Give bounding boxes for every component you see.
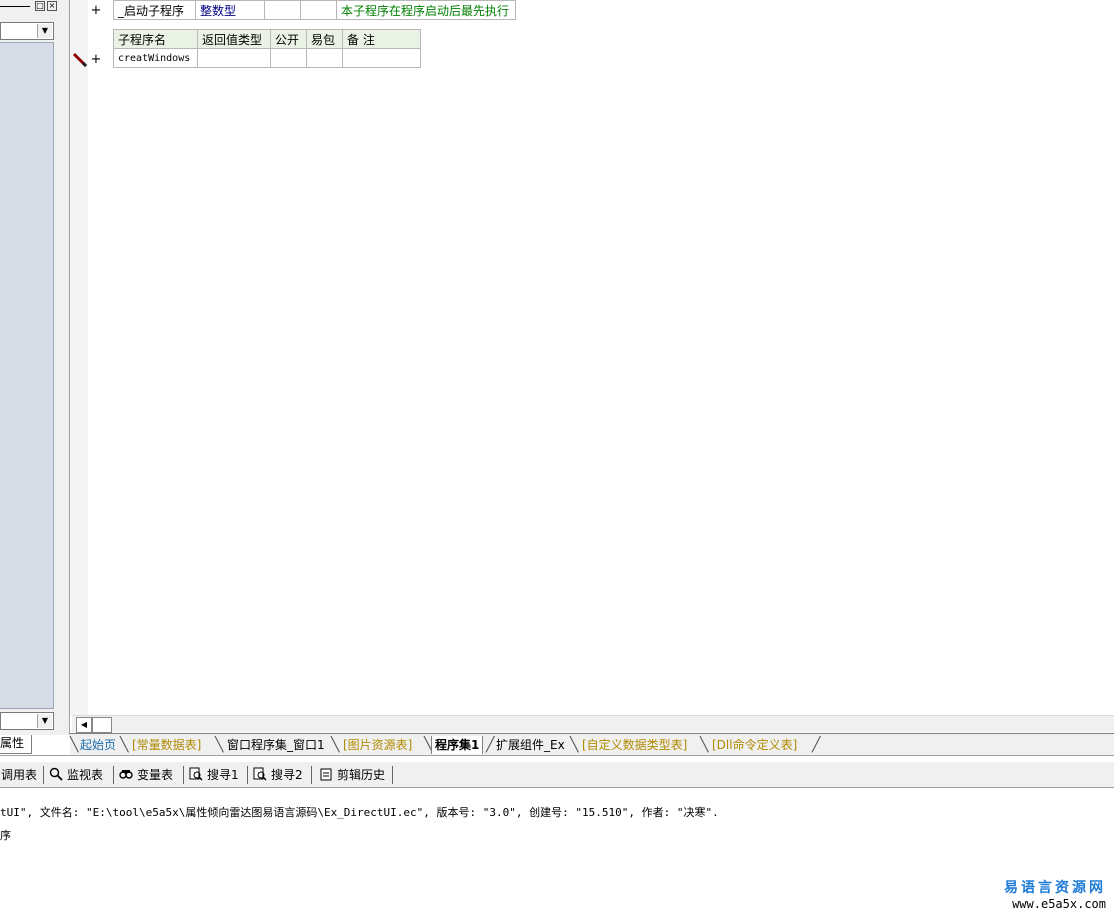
table-header-row: 子程序名 返回值类型 公开 易包 备 注 — [113, 29, 421, 49]
tab-clip-history-label: 剪辑历史 — [337, 768, 386, 782]
close-icon[interactable]: × — [47, 1, 57, 11]
watermark-title: 易语言资源网 — [1004, 880, 1106, 896]
search-document-icon — [253, 767, 267, 781]
return-type-cell[interactable] — [197, 48, 271, 68]
panel-splitter[interactable] — [58, 0, 70, 735]
restore-icon[interactable]: □ — [35, 1, 45, 11]
output-panel[interactable]: tUI", 文件名: "E:\tool\e5a5x\属性倾向雷达图易语言源码\E… — [0, 790, 1114, 915]
tab-separator: ╲ — [570, 737, 579, 753]
watermark: 易语言资源网 www.e5a5x.com — [1004, 877, 1106, 911]
easypack-cell[interactable] — [306, 48, 343, 68]
expand-plus-icon[interactable]: + — [90, 4, 102, 17]
divider — [43, 766, 44, 784]
chevron-down-icon[interactable]: ▼ — [37, 714, 52, 728]
divider — [392, 766, 393, 784]
tab-dll-commands[interactable]: [Dll命令定义表] — [712, 736, 797, 754]
divider — [311, 766, 312, 784]
tab-extension-ex[interactable]: 扩展组件_Ex — [496, 736, 565, 754]
tab-search1[interactable]: 搜寻1 — [189, 766, 239, 784]
tab-variable-label: 变量表 — [137, 768, 174, 782]
scroll-thumb[interactable] — [92, 717, 112, 733]
divider — [113, 766, 114, 784]
tab-clip-history[interactable]: 剪辑历史 — [319, 766, 385, 784]
magnifier-icon — [49, 767, 63, 781]
column-header: 子程序名 — [113, 29, 198, 49]
tab-constants[interactable]: [常量数据表] — [132, 736, 201, 754]
chevron-down-icon[interactable]: ▼ — [37, 24, 52, 38]
tab-variable-table[interactable]: 变量表 — [119, 766, 173, 784]
property-bottom-dropdown[interactable]: ▼ — [0, 712, 54, 730]
divider — [183, 766, 184, 784]
sub-type-cell[interactable]: 整数型 — [195, 0, 265, 20]
public-cell[interactable] — [270, 48, 307, 68]
tab-separator: ╲ — [700, 737, 709, 753]
column-header: 公开 — [270, 29, 307, 49]
table-row: creatWindows — [113, 48, 421, 68]
sub-name-cell[interactable]: _启动子程序 — [113, 0, 196, 20]
column-header: 备 注 — [342, 29, 421, 49]
sub-public-cell[interactable] — [264, 0, 301, 20]
pencil-icon — [72, 52, 88, 68]
editor-gutter — [70, 0, 88, 715]
tab-property-label: 属性 — [0, 736, 25, 750]
tab-search2-label: 搜寻2 — [271, 768, 303, 782]
tab-separator: ╲ — [331, 737, 340, 753]
table-row: _启动子程序 整数型 本子程序在程序启动后最先执行 — [113, 0, 516, 20]
output-line: tUI", 文件名: "E:\tool\e5a5x\属性倾向雷达图易语言源码\E… — [0, 806, 719, 819]
column-header: 返回值类型 — [197, 29, 271, 49]
startup-sub-row-table: _启动子程序 整数型 本子程序在程序启动后最先执行 — [113, 0, 516, 20]
tab-separator: ╱ — [486, 737, 495, 753]
tab-separator: ╱ — [812, 737, 821, 753]
tab-property[interactable]: 属性 — [0, 735, 32, 754]
scroll-left-icon[interactable]: ◀ — [76, 717, 92, 733]
tab-call-table[interactable]: 调用表 — [1, 766, 37, 784]
tab-start-page[interactable]: 起始页 — [80, 736, 116, 754]
divider — [0, 755, 1114, 756]
tab-search1-label: 搜寻1 — [207, 768, 239, 782]
left-panel-title-line — [0, 6, 30, 7]
document-tab-strip: ╲ 起始页 ╲ [常量数据表] ╲ 窗口程序集_窗口1 ╲ [图片资源表] ╲ … — [70, 733, 1114, 755]
sub-name-cell[interactable]: creatWindows — [113, 48, 198, 68]
watermark-url: www.e5a5x.com — [1012, 897, 1106, 911]
bottom-toolbar: 调用表 监视表 变量表 搜寻1 搜寻2 剪辑历史 — [0, 762, 1114, 788]
output-line: 序 — [0, 829, 11, 842]
remark-cell[interactable] — [342, 48, 421, 68]
tab-separator: ╲ — [215, 737, 224, 753]
object-select-dropdown[interactable]: ▼ — [0, 22, 54, 40]
tab-assembly1[interactable]: 程序集1 — [431, 736, 484, 754]
divider — [247, 766, 248, 784]
column-header: 易包 — [306, 29, 343, 49]
tab-separator: ╲ — [120, 737, 129, 753]
clipboard-icon — [320, 768, 332, 781]
code-editor[interactable] — [70, 0, 1114, 735]
tab-window-assembly[interactable]: 窗口程序集_窗口1 — [227, 736, 325, 754]
subroutine-table: 子程序名 返回值类型 公开 易包 备 注 creatWindows — [113, 29, 421, 68]
sub-remark-cell[interactable]: 本子程序在程序启动后最先执行 — [336, 0, 516, 20]
tab-watch-label: 监视表 — [67, 768, 104, 782]
tab-search2[interactable]: 搜寻2 — [253, 766, 303, 784]
horizontal-scrollbar[interactable]: ◀ — [72, 715, 1114, 733]
search-document-icon — [189, 767, 203, 781]
expand-plus-icon[interactable]: + — [90, 53, 102, 66]
tab-custom-types[interactable]: [自定义数据类型表] — [582, 736, 687, 754]
tab-separator: ╲ — [70, 737, 79, 753]
sub-easypack-cell[interactable] — [300, 0, 337, 20]
tab-watch-table[interactable]: 监视表 — [49, 766, 103, 784]
binoculars-icon — [119, 770, 133, 779]
property-list[interactable] — [0, 42, 54, 709]
tab-image-resources[interactable]: [图片资源表] — [343, 736, 412, 754]
